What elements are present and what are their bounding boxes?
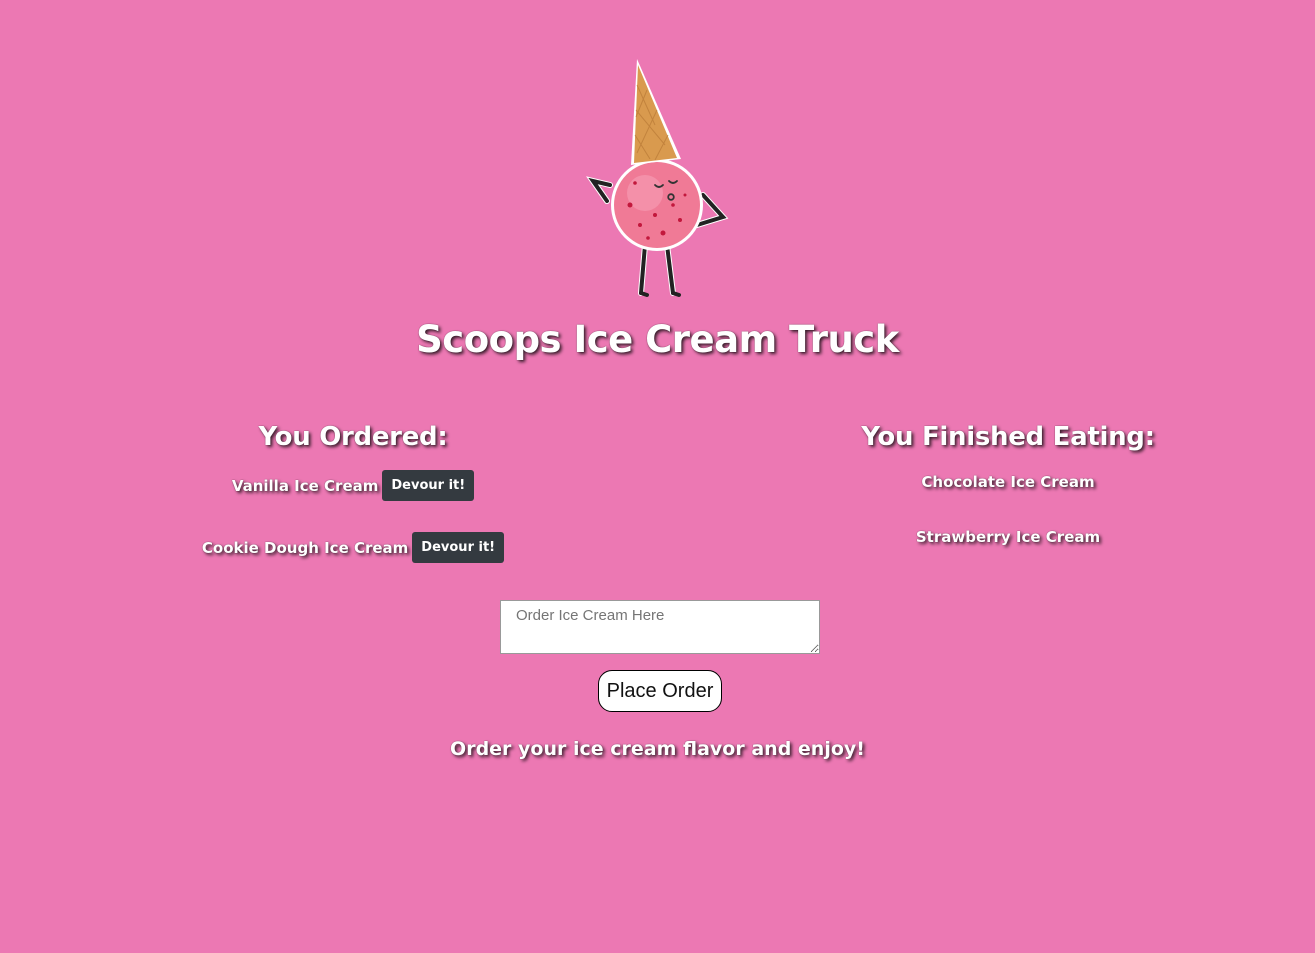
ordered-item-label: Vanilla Ice Cream (231, 476, 379, 495)
ordered-heading: You Ordered: (258, 422, 448, 452)
tagline: Order your ice cream flavor and enjoy! (450, 738, 865, 760)
finished-list-item: Chocolate Ice Cream (921, 473, 1095, 491)
ordered-list-item: Cookie Dough Ice Cream Devour it! (153, 532, 553, 563)
finished-list-item: Strawberry Ice Cream (915, 528, 1101, 546)
order-input[interactable] (500, 600, 820, 654)
devour-button[interactable]: Devour it! (412, 532, 505, 563)
ordered-item-label: Cookie Dough Ice Cream (201, 538, 409, 557)
ice-cream-cone-mascot-icon (586, 59, 729, 297)
place-order-button[interactable]: Place Order (598, 670, 722, 712)
finished-heading: You Finished Eating: (861, 422, 1155, 452)
devour-button[interactable]: Devour it! (382, 470, 475, 501)
ordered-section: You Ordered: Vanilla Ice Cream Devour it… (153, 422, 553, 563)
page-title: Scoops Ice Cream Truck (416, 318, 899, 361)
ordered-list-item: Vanilla Ice Cream Devour it! (153, 470, 553, 501)
finished-section: You Finished Eating: Chocolate Ice Cream… (808, 422, 1208, 549)
